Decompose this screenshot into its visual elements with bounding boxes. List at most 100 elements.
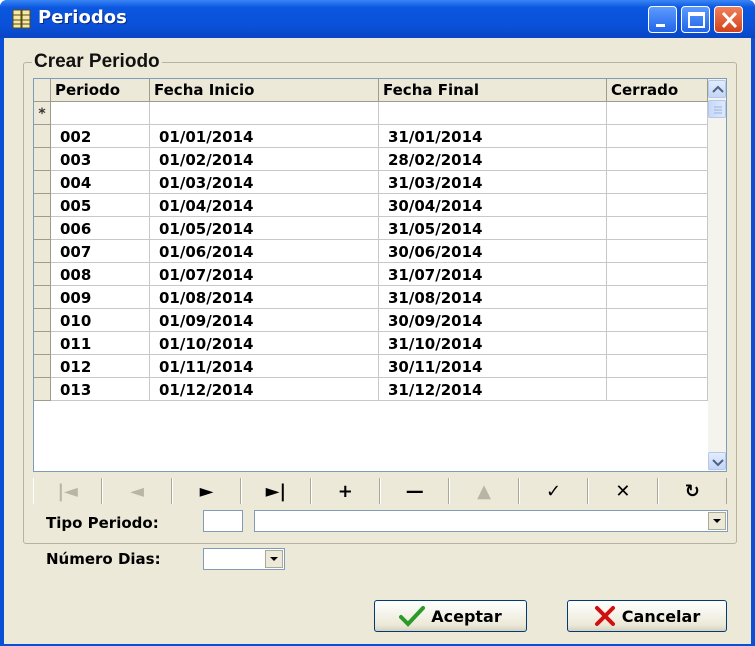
row-selector[interactable]: * [34,102,51,125]
first-record-button[interactable]: |◄ [33,478,103,504]
cell-inicio[interactable]: 01/01/2014 [150,125,379,148]
insert-record-button[interactable]: + [310,478,380,504]
row-selector[interactable] [34,332,51,355]
periods-grid[interactable]: Periodo Fecha Inicio Fecha Final Cerrado… [33,78,727,472]
maximize-button[interactable] [681,6,710,33]
cell-inicio[interactable]: 01/08/2014 [150,286,379,309]
cell-final[interactable]: 31/07/2014 [379,263,607,286]
edit-record-button[interactable]: ▲ [449,478,519,504]
cell-periodo[interactable]: 011 [51,332,150,355]
cell-cerrado[interactable] [607,309,708,332]
cell-periodo[interactable]: 006 [51,217,150,240]
table-row[interactable]: 003 01/02/2014 28/02/2014 [34,148,708,171]
cell-cerrado[interactable] [607,286,708,309]
cell-final[interactable]: 30/11/2014 [379,355,607,378]
table-row[interactable]: 006 01/05/2014 31/05/2014 [34,217,708,240]
row-selector[interactable] [34,125,51,148]
table-row[interactable]: 005 01/04/2014 30/04/2014 [34,194,708,217]
cell-periodo[interactable]: 009 [51,286,150,309]
column-header-periodo[interactable]: Periodo [51,79,150,102]
cell-periodo[interactable]: 013 [51,378,150,401]
cell-cerrado[interactable] [607,217,708,240]
table-row[interactable]: 002 01/01/2014 31/01/2014 [34,125,708,148]
scroll-up-button[interactable] [708,80,726,98]
cell-cerrado[interactable] [607,171,708,194]
cell-periodo[interactable] [51,102,150,125]
table-row[interactable]: 013 01/12/2014 31/12/2014 [34,378,708,401]
cell-inicio[interactable]: 01/05/2014 [150,217,379,240]
cancel-button[interactable]: Cancelar [567,600,727,632]
row-selector[interactable] [34,148,51,171]
next-record-button[interactable]: ► [171,478,242,504]
minimize-button[interactable] [648,6,677,33]
cell-inicio[interactable] [150,102,379,125]
cell-inicio[interactable]: 01/11/2014 [150,355,379,378]
tipo-periodo-dropdown-button[interactable] [708,512,726,530]
cell-cerrado[interactable] [607,194,708,217]
title-bar[interactable]: Periodos [0,0,755,38]
cell-periodo[interactable]: 002 [51,125,150,148]
row-selector[interactable] [34,378,51,401]
table-row[interactable]: 012 01/11/2014 30/11/2014 [34,355,708,378]
table-row[interactable]: 007 01/06/2014 30/06/2014 [34,240,708,263]
row-selector[interactable] [34,355,51,378]
row-selector[interactable] [34,217,51,240]
cell-periodo[interactable]: 012 [51,355,150,378]
cell-periodo[interactable]: 008 [51,263,150,286]
cell-cerrado[interactable] [607,332,708,355]
cell-final[interactable]: 28/02/2014 [379,148,607,171]
cell-inicio[interactable]: 01/12/2014 [150,378,379,401]
scroll-thumb[interactable] [708,100,726,118]
row-selector[interactable] [34,309,51,332]
row-selector[interactable] [34,263,51,286]
last-record-button[interactable]: ►| [241,478,311,504]
cell-final[interactable]: 31/10/2014 [379,332,607,355]
cell-cerrado[interactable] [607,125,708,148]
cell-cerrado[interactable] [607,355,708,378]
refresh-button[interactable]: ↻ [657,478,727,504]
row-selector[interactable] [34,240,51,263]
new-record-row[interactable]: * [34,102,708,125]
numero-dias-dropdown-button[interactable] [265,550,283,568]
cell-periodo[interactable]: 010 [51,309,150,332]
table-row[interactable]: 008 01/07/2014 31/07/2014 [34,263,708,286]
delete-record-button[interactable]: — [380,478,450,504]
prior-record-button[interactable]: ◄ [102,478,172,504]
row-selector[interactable] [34,194,51,217]
cell-cerrado[interactable] [607,378,708,401]
row-selector[interactable] [34,171,51,194]
column-header-fecha-final[interactable]: Fecha Final [379,79,607,102]
cell-final[interactable]: 31/03/2014 [379,171,607,194]
vertical-scrollbar[interactable] [708,79,726,471]
numero-dias-combo[interactable] [203,548,285,570]
column-header-cerrado[interactable]: Cerrado [607,79,708,102]
cell-final[interactable] [379,102,607,125]
cell-inicio[interactable]: 01/03/2014 [150,171,379,194]
table-row[interactable]: 004 01/03/2014 31/03/2014 [34,171,708,194]
cell-cerrado[interactable] [607,240,708,263]
cell-cerrado[interactable] [607,263,708,286]
cell-inicio[interactable]: 01/06/2014 [150,240,379,263]
cell-cerrado[interactable] [607,148,708,171]
cell-final[interactable]: 30/09/2014 [379,309,607,332]
cell-cerrado[interactable] [607,102,708,125]
cell-inicio[interactable]: 01/04/2014 [150,194,379,217]
scroll-down-button[interactable] [708,452,726,470]
table-row[interactable]: 009 01/08/2014 31/08/2014 [34,286,708,309]
table-row[interactable]: 010 01/09/2014 30/09/2014 [34,309,708,332]
cell-final[interactable]: 30/04/2014 [379,194,607,217]
cancel-edit-button[interactable]: ✕ [588,478,658,504]
cell-inicio[interactable]: 01/10/2014 [150,332,379,355]
cell-final[interactable]: 31/05/2014 [379,217,607,240]
cell-periodo[interactable]: 003 [51,148,150,171]
cell-inicio[interactable]: 01/09/2014 [150,309,379,332]
cell-final[interactable]: 30/06/2014 [379,240,607,263]
cell-final[interactable]: 31/08/2014 [379,286,607,309]
cell-periodo[interactable]: 005 [51,194,150,217]
cell-final[interactable]: 31/12/2014 [379,378,607,401]
column-header-fecha-inicio[interactable]: Fecha Inicio [150,79,379,102]
accept-button[interactable]: Aceptar [374,600,527,632]
cell-final[interactable]: 31/01/2014 [379,125,607,148]
tipo-periodo-combo[interactable] [254,510,728,532]
cell-inicio[interactable]: 01/02/2014 [150,148,379,171]
